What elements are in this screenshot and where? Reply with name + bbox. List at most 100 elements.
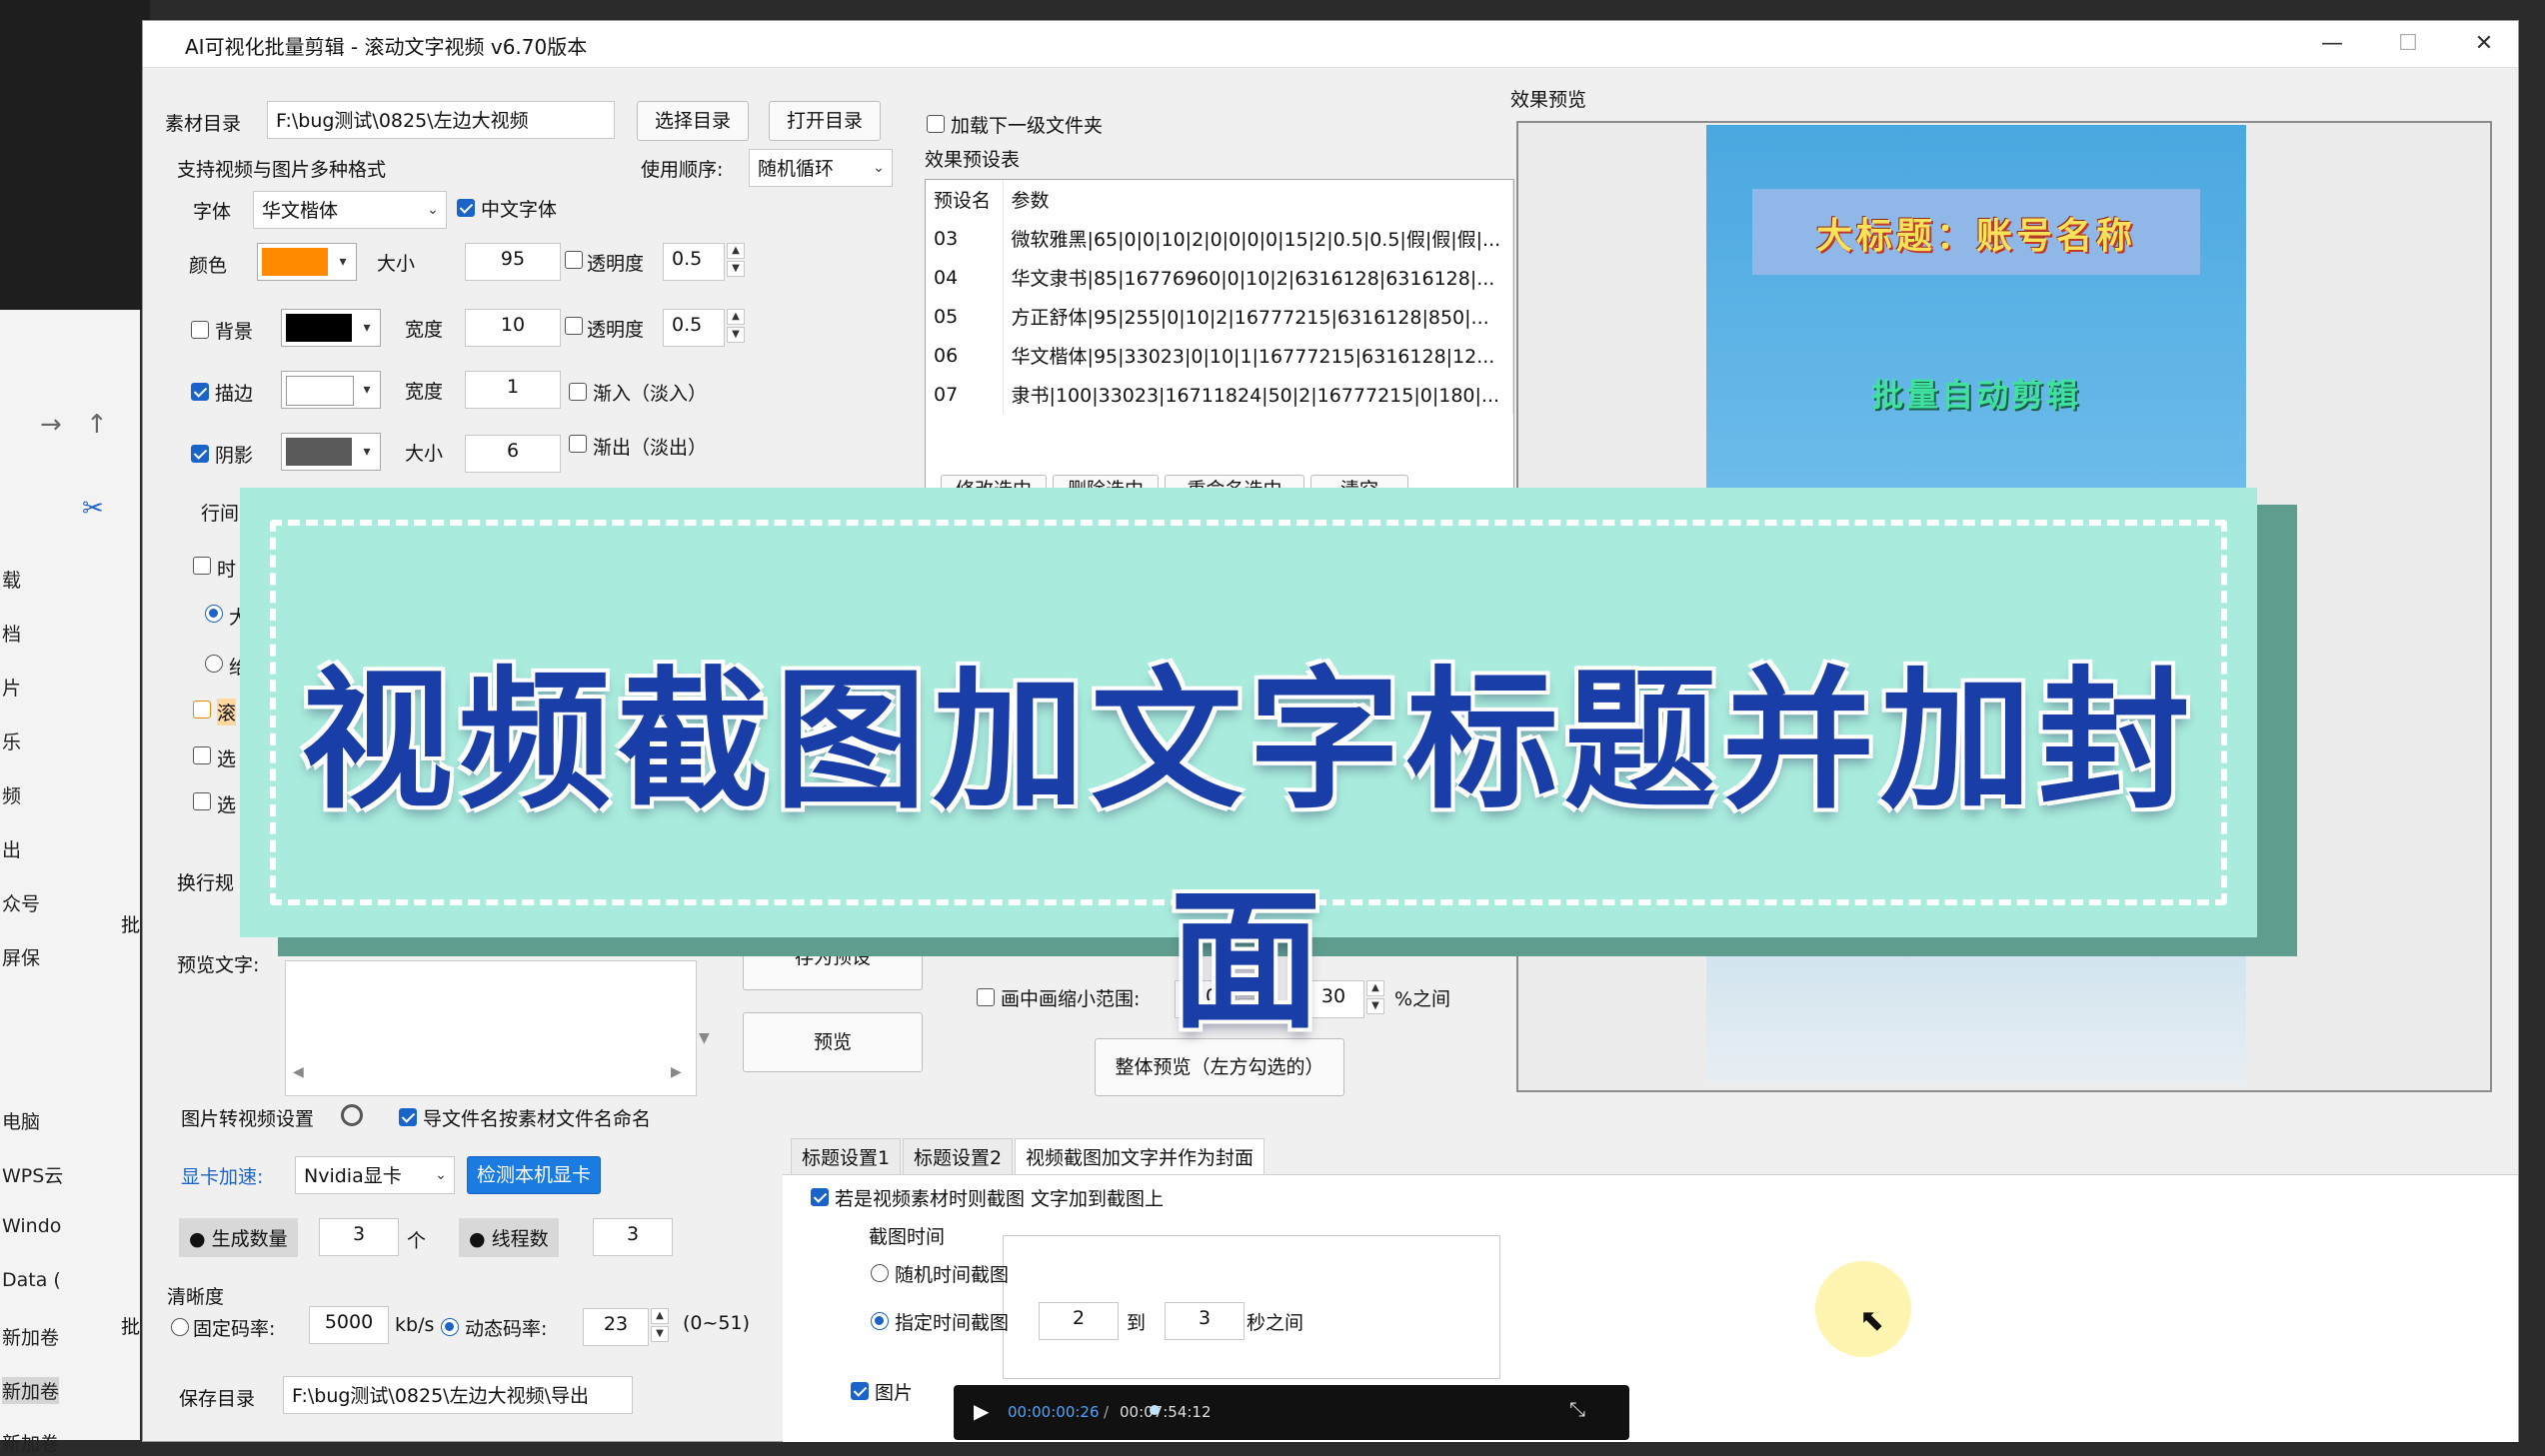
- tab-title-settings-1[interactable]: 标题设置1: [791, 1138, 902, 1177]
- play-icon[interactable]: ▶: [974, 1399, 989, 1423]
- specified-time-radio[interactable]: [871, 1312, 889, 1330]
- fade-in-checkbox[interactable]: [569, 383, 587, 401]
- explorer-item[interactable]: 频: [2, 781, 21, 808]
- explorer-item[interactable]: 出: [2, 835, 21, 862]
- chinese-font-checkbox[interactable]: [457, 199, 475, 217]
- font-opacity-label: 透明度: [587, 253, 645, 275]
- caret-down-icon: ▾: [363, 382, 371, 398]
- time-from-input[interactable]: 2: [1039, 1302, 1119, 1340]
- explorer-item[interactable]: 新加卷: [2, 1429, 59, 1456]
- save-dir-input[interactable]: F:\bug测试\0825\左边大视频\导出: [283, 1376, 633, 1414]
- explorer-item[interactable]: 档: [2, 620, 21, 647]
- material-path-input[interactable]: F:\bug测试\0825\左边大视频: [267, 101, 615, 139]
- preset-params: 方正舒体|95|255|0|10|2|16777215|6316128|850|…: [1003, 297, 1514, 336]
- select-checkbox-2[interactable]: [193, 792, 211, 810]
- spinner-down-icon[interactable]: ▼: [727, 261, 745, 277]
- font-opacity-checkbox[interactable]: [565, 251, 583, 269]
- shadow-color-picker[interactable]: ▾: [281, 433, 381, 471]
- preset-col-name: 预设名: [926, 180, 1004, 219]
- font-size-input[interactable]: 95: [465, 243, 561, 281]
- background-opacity-input[interactable]: 0.5: [663, 309, 725, 347]
- background-checkbox[interactable]: [191, 321, 209, 339]
- explorer-item[interactable]: 屏保: [2, 943, 40, 970]
- big-radio[interactable]: [205, 605, 223, 623]
- table-row[interactable]: 03 微软雅黑|65|0|0|10|2|0|0|0|0|15|2|0.5|0.5…: [926, 219, 1514, 258]
- order-select[interactable]: 随机循环 ⌄: [749, 149, 893, 187]
- detect-gpu-button[interactable]: 检测本机显卡: [467, 1156, 601, 1194]
- scroll-checkbox[interactable]: [193, 701, 211, 719]
- explorer-item[interactable]: Windo: [2, 1215, 61, 1237]
- explorer-item[interactable]: 众号: [2, 889, 40, 916]
- fixed-bitrate-input[interactable]: 5000: [309, 1306, 389, 1344]
- time-to-input[interactable]: 3: [1165, 1302, 1245, 1340]
- explorer-item[interactable]: Data (: [2, 1269, 61, 1291]
- spinner-up-icon[interactable]: ▲: [727, 309, 745, 325]
- material-label: 素材目录: [165, 113, 242, 135]
- font-opacity-input[interactable]: 0.5: [663, 243, 725, 281]
- arrow-right-icon[interactable]: →: [40, 410, 62, 440]
- table-row[interactable]: 06 华文楷体|95|33023|0|10|1|16777215|6316128…: [926, 336, 1514, 375]
- gpu-label: 显卡加速:: [181, 1166, 264, 1188]
- maximize-button[interactable]: ☐: [2378, 27, 2438, 61]
- threads-label: 线程数: [491, 1228, 549, 1250]
- explorer-item[interactable]: WPS云: [2, 1161, 63, 1188]
- explorer-item[interactable]: 片: [2, 674, 21, 701]
- table-row[interactable]: 07 隶书|100|33023|16711824|50|2|16777215|0…: [926, 375, 1514, 414]
- screenshot-checkbox[interactable]: [811, 1188, 829, 1206]
- scroll-right-icon[interactable]: ▶: [671, 1064, 682, 1080]
- close-button[interactable]: ✕: [2454, 27, 2514, 61]
- threads-pill: ● 线程数: [459, 1218, 559, 1257]
- count-input[interactable]: 3: [319, 1218, 399, 1256]
- tab-title-settings-2[interactable]: 标题设置2: [903, 1138, 1014, 1177]
- background-opacity-checkbox[interactable]: [565, 317, 583, 335]
- load-sub-checkbox[interactable]: [927, 115, 945, 133]
- scroll-left-icon[interactable]: ◀: [293, 1064, 304, 1080]
- title-bar: AI可视化批量剪辑 - 滚动文字视频 v6.70版本 — ☐ ✕: [143, 21, 2518, 68]
- font-color-picker[interactable]: ▾: [257, 243, 357, 281]
- dynamic-bitrate-input[interactable]: 23: [583, 1308, 649, 1346]
- explorer-item[interactable]: 新加卷: [2, 1323, 59, 1350]
- threads-input[interactable]: 3: [593, 1218, 673, 1256]
- spinner-up-icon[interactable]: ▲: [727, 243, 745, 259]
- time-checkbox[interactable]: [193, 557, 211, 575]
- minimize-button[interactable]: —: [2302, 27, 2362, 61]
- stroke-width-input[interactable]: 1: [465, 371, 561, 409]
- shadow-checkbox[interactable]: [191, 445, 209, 463]
- fade-out-checkbox[interactable]: [569, 435, 587, 453]
- fade-in-label: 渐入（淡入）: [593, 383, 708, 405]
- batch-label: 批: [121, 914, 141, 936]
- table-row[interactable]: 04 华文隶书|85|16776960|0|10|2|6316128|63161…: [926, 258, 1514, 297]
- arrow-up-icon[interactable]: ↑: [86, 410, 108, 440]
- stroke-color-picker[interactable]: ▾: [281, 371, 381, 409]
- spinner-down-icon[interactable]: ▼: [651, 1326, 669, 1342]
- random-time-radio[interactable]: [871, 1264, 889, 1282]
- open-dir-button[interactable]: 打开目录: [769, 101, 881, 141]
- select-checkbox-1[interactable]: [193, 746, 211, 764]
- shadow-size-input[interactable]: 6: [465, 435, 561, 473]
- collapse-icon[interactable]: ⤡: [1569, 1397, 1585, 1421]
- preset-table[interactable]: 预设名 参数 03 微软雅黑|65|0|0|10|2|0|0|0|0|15|2|…: [925, 179, 1514, 489]
- gear-icon[interactable]: [341, 1104, 363, 1126]
- scissors-icon[interactable]: ✂: [82, 494, 104, 524]
- background-width-input[interactable]: 10: [465, 309, 561, 347]
- choose-dir-button[interactable]: 选择目录: [637, 101, 749, 141]
- progress-handle[interactable]: [1150, 1405, 1160, 1415]
- spinner-down-icon[interactable]: ▼: [727, 327, 745, 343]
- explorer-item[interactable]: 新加卷: [2, 1377, 60, 1404]
- gpu-select[interactable]: Nvidia显卡 ⌄: [295, 1156, 455, 1194]
- small-radio[interactable]: [205, 655, 223, 673]
- dynamic-bitrate-radio[interactable]: [441, 1318, 459, 1336]
- tab-screenshot-cover[interactable]: 视频截图加文字并作为封面: [1015, 1138, 1266, 1177]
- table-row[interactable]: 05 方正舒体|95|255|0|10|2|16777215|6316128|8…: [926, 297, 1514, 336]
- export-name-checkbox[interactable]: [399, 1108, 417, 1126]
- explorer-item[interactable]: 载: [2, 566, 21, 593]
- background-label: 背景: [215, 321, 254, 343]
- spinner-up-icon[interactable]: ▲: [651, 1308, 669, 1324]
- font-select[interactable]: 华文楷体 ⌄: [253, 191, 447, 229]
- explorer-item[interactable]: 电脑: [2, 1107, 40, 1134]
- image-checkbox[interactable]: [851, 1382, 869, 1400]
- fixed-bitrate-radio[interactable]: [171, 1318, 189, 1336]
- background-color-picker[interactable]: ▾: [281, 309, 381, 347]
- explorer-item[interactable]: 乐: [2, 728, 21, 754]
- stroke-checkbox[interactable]: [191, 383, 209, 401]
